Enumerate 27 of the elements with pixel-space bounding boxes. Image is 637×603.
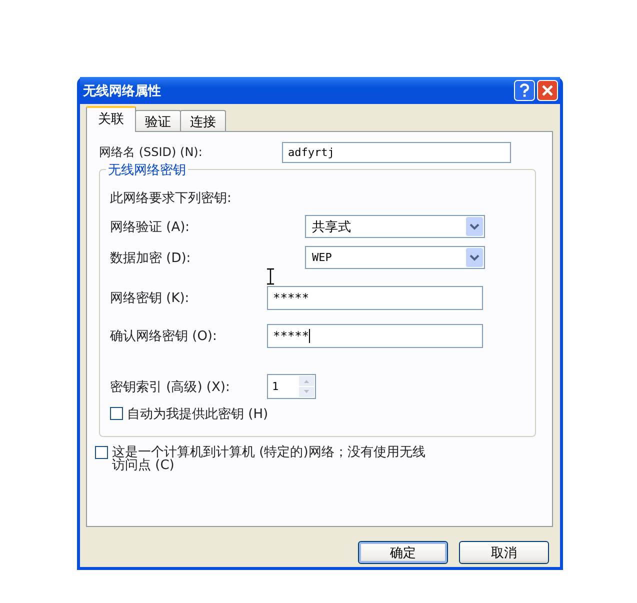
field-label: 网络名 (SSID) (N): <box>99 144 204 161</box>
help-icon[interactable] <box>514 80 535 101</box>
field-label: 网络密钥 (K): <box>110 290 190 307</box>
close-icon[interactable] <box>537 80 558 101</box>
dialog-button[interactable]: 确定 <box>358 541 448 564</box>
checkbox-label: 这是一个计算机到计算机 (特定的)网络；没有使用无线访问点 (C) <box>112 446 426 472</box>
checkbox[interactable] <box>95 446 108 459</box>
text-cursor-icon <box>266 268 275 285</box>
tab[interactable]: 连接 <box>180 110 226 131</box>
checkbox[interactable] <box>110 407 123 420</box>
field-label: 密钥索引 (高级) (X): <box>110 378 231 396</box>
group-title: 无线网络密钥 <box>106 161 188 179</box>
password-field[interactable]: ***** <box>267 324 483 348</box>
instruction-text: 此网络要求下列密钥: <box>110 190 232 207</box>
password-field[interactable]: ***** <box>267 286 483 310</box>
tab[interactable]: 验证 <box>135 110 181 131</box>
window-title: 无线网络属性 <box>83 82 162 100</box>
dropdown[interactable]: WEP <box>305 246 485 269</box>
field-label: 数据加密 (D): <box>110 250 192 266</box>
field-label: 确认网络密钥 (O): <box>110 328 218 345</box>
tab[interactable]: 关联 <box>86 106 136 132</box>
input-field[interactable]: adfyrtj <box>282 142 511 163</box>
spin-box[interactable]: 1 <box>267 374 316 399</box>
checkbox-label: 自动为我提供此密钥 (H) <box>127 407 268 422</box>
field-label: 网络验证 (A): <box>110 218 191 236</box>
dropdown[interactable]: 共享式 <box>305 215 485 238</box>
dialog-button[interactable]: 取消 <box>459 541 549 564</box>
